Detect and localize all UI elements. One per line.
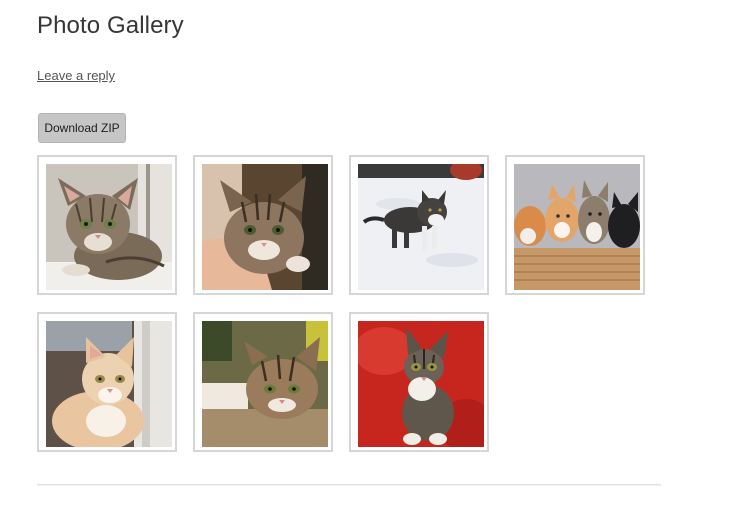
kitten-photo-6 xyxy=(202,321,328,447)
gallery-thumbnail-2[interactable] xyxy=(193,155,333,295)
page-title: Photo Gallery xyxy=(37,12,184,39)
download-zip-button[interactable]: Download ZIP xyxy=(38,113,126,143)
gallery-thumbnail-6[interactable] xyxy=(193,312,333,452)
gallery-thumbnail-1[interactable] xyxy=(37,155,177,295)
kitten-photo-4 xyxy=(514,164,640,290)
kitten-photo-7 xyxy=(358,321,484,447)
kitten-photo-3 xyxy=(358,164,484,290)
kitten-photo-5 xyxy=(46,321,172,447)
kitten-photo-2 xyxy=(202,164,328,290)
gallery-thumbnail-7[interactable] xyxy=(349,312,489,452)
gallery-thumbnail-5[interactable] xyxy=(37,312,177,452)
gallery-thumbnail-4[interactable] xyxy=(505,155,645,295)
leave-a-reply-link[interactable]: Leave a reply xyxy=(37,68,115,83)
gallery-thumbnail-3[interactable] xyxy=(349,155,489,295)
kitten-photo-1 xyxy=(46,164,172,290)
content-separator xyxy=(37,484,661,486)
